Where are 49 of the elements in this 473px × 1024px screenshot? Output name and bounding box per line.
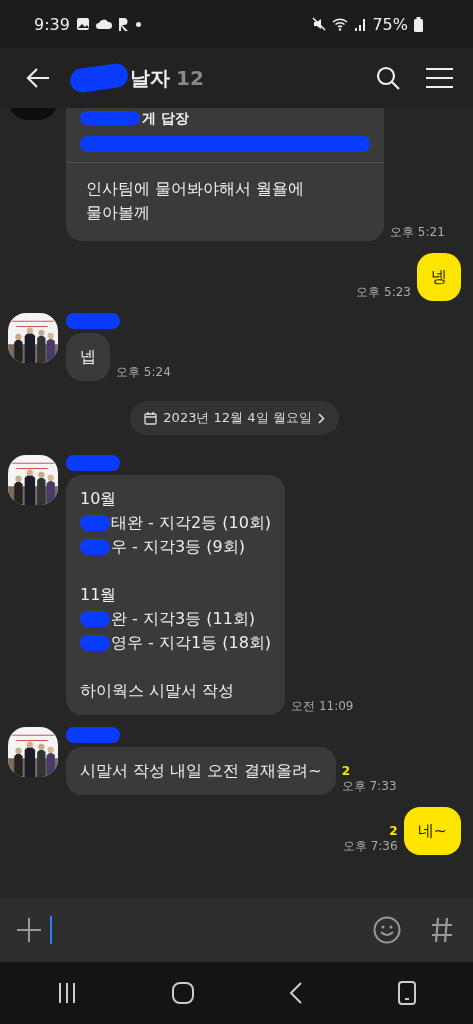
- unread-count: 2: [389, 824, 398, 838]
- back-icon[interactable]: [26, 68, 50, 88]
- message-text: 11월: [80, 584, 117, 606]
- message-bubble[interactable]: 네~: [403, 807, 461, 855]
- message-bubble[interactable]: 게 답장 인사팀에 물어봐야해서 월욜에 물아볼께: [66, 108, 384, 241]
- back-nav-icon[interactable]: [288, 982, 303, 1004]
- message-bubble[interactable]: 시말서 작성 내일 오전 결재올려~: [66, 747, 336, 795]
- message-time: 오후 7:33: [341, 778, 397, 795]
- mute-icon: [312, 17, 327, 31]
- dot-icon: [135, 21, 141, 27]
- chat-title: 날자: [130, 64, 170, 92]
- gallery-icon: [75, 17, 90, 31]
- unread-count: 2: [341, 764, 351, 778]
- battery-icon: [414, 16, 423, 32]
- emoji-icon[interactable]: [373, 916, 401, 944]
- menu-icon[interactable]: [426, 68, 453, 88]
- message-bubble[interactable]: 넹: [417, 253, 461, 301]
- member-count: 12: [176, 66, 204, 90]
- message-bubble[interactable]: 넵: [66, 333, 110, 381]
- battery-level: 75%: [372, 14, 408, 34]
- message-bubble[interactable]: 10월 태완 - 지각2등 (10회) 우 - 지각3등 (9회) 11월 완 - 지각3등 (11회) 영우 - 지각1등 (18회) 하이웍스 시말서 작성: [66, 475, 286, 715]
- message-text: 완 - 지각3등 (11회): [111, 608, 256, 630]
- message-time: 오후 5:21: [390, 224, 445, 241]
- calendar-icon: [144, 411, 158, 425]
- message-time: 오전 11:09: [291, 698, 354, 715]
- message-text: 태완 - 지각2등 (10회): [111, 512, 272, 534]
- message-time: 오후 5:23: [356, 284, 411, 301]
- message-text: 물아볼께: [86, 202, 151, 224]
- message-text: 하이웍스 시말서 작성: [80, 680, 235, 702]
- recent-apps-icon[interactable]: [57, 983, 78, 1003]
- chevron-icon: [317, 412, 325, 424]
- wifi-icon: [332, 17, 349, 31]
- plus-icon[interactable]: [16, 917, 42, 943]
- date-divider[interactable]: 2023년 12월 4일 월요일: [130, 401, 339, 435]
- home-icon[interactable]: [172, 982, 195, 1004]
- signal-icon: [354, 17, 367, 31]
- message-text: 10월: [80, 488, 117, 510]
- phone-icon[interactable]: [397, 981, 416, 1005]
- app-icon: [117, 17, 130, 31]
- status-time: 9:39: [34, 14, 70, 34]
- message-text: 영우 - 지각1등 (18회): [111, 632, 272, 654]
- search-icon[interactable]: [376, 66, 400, 90]
- cloud-icon: [95, 19, 112, 29]
- message-text: 인사팀에 물어봐야해서 월욜에: [86, 178, 306, 200]
- message-text: 우 - 지각3등 (9회): [111, 536, 245, 558]
- message-time: 오후 5:24: [116, 364, 171, 381]
- hashtag-icon[interactable]: [431, 917, 453, 943]
- message-time: 오후 7:36: [342, 838, 398, 855]
- reply-label: 게 답장: [142, 109, 189, 128]
